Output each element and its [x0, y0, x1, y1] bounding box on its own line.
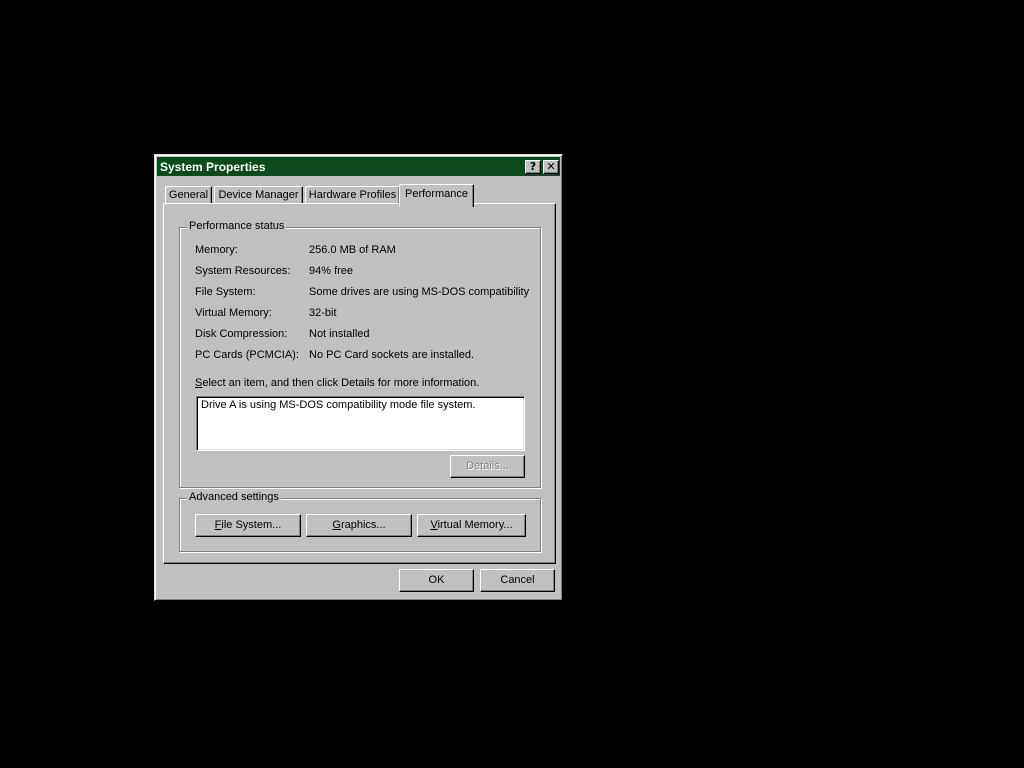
details-instruction: Select an item, and then click Details f… — [195, 377, 479, 389]
virtual-memory-button-label: irtual Memory... — [437, 519, 513, 531]
list-item[interactable]: Drive A is using MS-DOS compatibility mo… — [201, 399, 520, 411]
disk-compression-label: Disk Compression: — [195, 328, 288, 340]
help-icon: ? — [529, 160, 537, 173]
virtual-memory-accelerator: V — [430, 519, 438, 531]
system-resources-label: System Resources: — [195, 265, 291, 277]
close-icon: ✕ — [546, 160, 556, 173]
graphics-accelerator: G — [332, 519, 341, 531]
file-system-label: File System: — [195, 286, 256, 298]
graphics-button[interactable]: Graphics... — [306, 514, 412, 537]
window-title: System Properties — [160, 160, 266, 174]
close-button[interactable]: ✕ — [543, 160, 559, 174]
disk-compression-value: Not installed — [309, 328, 370, 340]
advanced-settings-title: Advanced settings — [187, 491, 281, 503]
memory-value: 256.0 MB of RAM — [309, 244, 396, 256]
system-resources-value: 94% free — [309, 265, 354, 277]
file-system-value: Some drives are using MS-DOS compatibili… — [309, 286, 530, 298]
virtual-memory-label: Virtual Memory: — [195, 307, 272, 319]
title-bar[interactable]: System Properties ? ✕ — [157, 157, 560, 176]
help-button[interactable]: ? — [525, 160, 541, 174]
virtual-memory-value: 32-bit — [309, 307, 337, 319]
details-button[interactable]: Details... — [450, 455, 525, 478]
advanced-settings-group: Advanced settings File System... Graphic… — [179, 491, 541, 552]
file-system-button[interactable]: File System... — [195, 514, 301, 537]
tab-performance[interactable]: Performance — [399, 184, 474, 207]
ok-button[interactable]: OK — [399, 569, 474, 592]
cancel-button-label: Cancel — [500, 574, 535, 586]
performance-status-group: Performance status Memory: 256.0 MB of R… — [179, 220, 541, 488]
file-system-button-label: ile System... — [221, 519, 282, 531]
tab-device-manager-label: Device Manager — [218, 189, 299, 201]
ok-button-label: OK — [428, 574, 445, 586]
tab-performance-label: Performance — [405, 188, 468, 200]
tab-hardware-profiles-label: Hardware Profiles — [308, 189, 397, 201]
performance-issues-list[interactable]: Drive A is using MS-DOS compatibility mo… — [196, 396, 525, 451]
tab-general-label: General — [168, 189, 209, 201]
cancel-button[interactable]: Cancel — [480, 569, 555, 592]
graphics-button-label: raphics... — [340, 519, 386, 531]
performance-status-title: Performance status — [187, 220, 287, 232]
virtual-memory-button[interactable]: Virtual Memory... — [417, 514, 526, 537]
details-button-label: Details... — [466, 460, 509, 472]
pc-cards-value: No PC Card sockets are installed. — [309, 349, 475, 361]
instruction-text: elect an item, and then click Details fo… — [202, 377, 480, 389]
performance-panel: Performance status Memory: 256.0 MB of R… — [163, 203, 556, 564]
system-properties-window: System Properties ? ✕ General Device Man… — [154, 154, 563, 601]
pc-cards-label: PC Cards (PCMCIA): — [195, 349, 299, 361]
memory-label: Memory: — [195, 244, 238, 256]
